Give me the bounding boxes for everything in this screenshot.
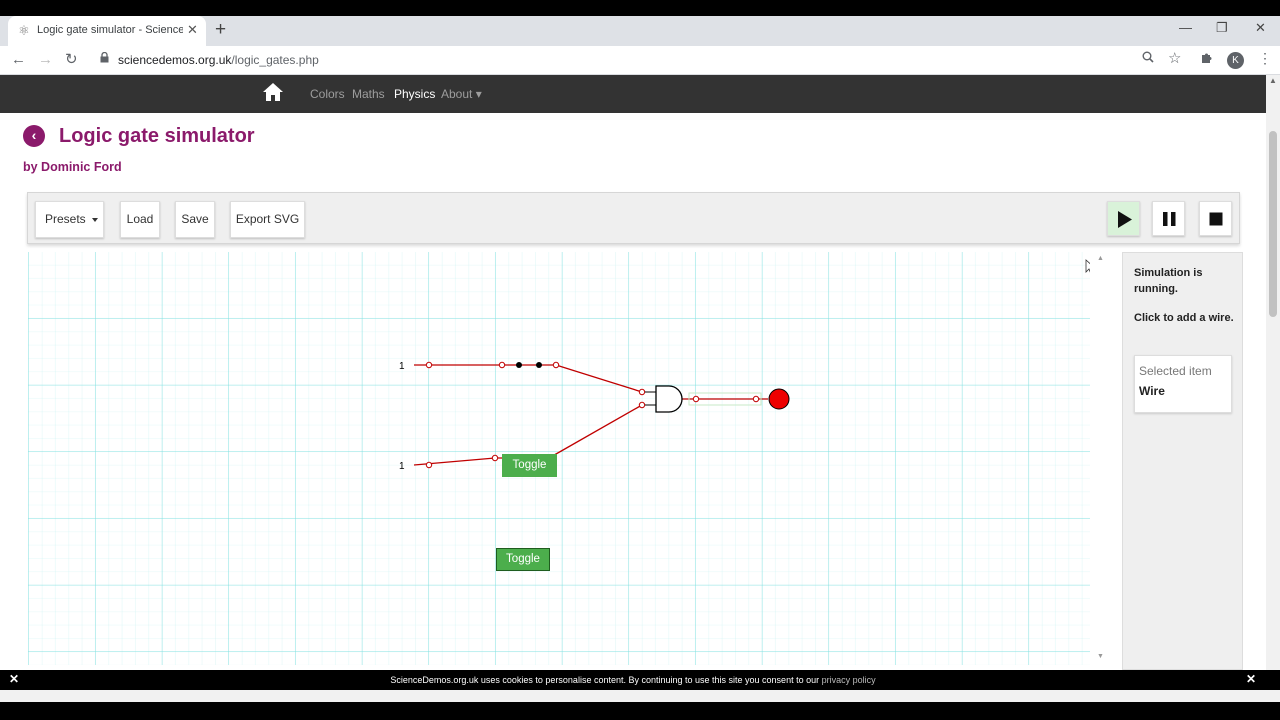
caret-down-icon (92, 218, 98, 222)
lock-icon[interactable] (100, 51, 109, 66)
browser-tab[interactable]: ⚛ Logic gate simulator - ScienceDe ✕ (8, 16, 206, 46)
circuit-canvas-container: 1 1 Toggle Toggle ▲ ▼ (28, 252, 1108, 670)
input-bottom-value: 1 (399, 461, 405, 472)
input-top-value: 1 (399, 361, 405, 372)
atom-favicon-icon: ⚛ (18, 23, 30, 38)
nav-link-about[interactable]: About ▾ (441, 87, 482, 101)
play-icon (1118, 211, 1132, 228)
and-gate[interactable] (655, 385, 683, 413)
simulation-status-text: Simulation is running. (1134, 267, 1203, 295)
toggle-top-button[interactable]: Toggle (502, 454, 557, 477)
author-byline: by Dominic Ford (23, 160, 122, 174)
stop-icon (1209, 212, 1223, 226)
presets-dropdown[interactable]: Presets (35, 201, 104, 238)
address-bar[interactable]: sciencedemos.org.uk/logic_gates.php (118, 53, 319, 67)
play-button[interactable] (1107, 201, 1140, 236)
web-page: Colors Maths Physics About ▾ ‹ Logic gat… (0, 75, 1266, 670)
pause-icon (1163, 212, 1176, 226)
presets-label: Presets (45, 212, 86, 226)
window-close-button[interactable]: ✕ (1255, 20, 1266, 36)
page-title: Logic gate simulator (59, 125, 255, 147)
new-tab-button[interactable]: + (215, 19, 226, 41)
selected-item-label: Selected item (1139, 364, 1212, 378)
privacy-policy-link[interactable]: privacy policy (822, 675, 876, 685)
cookie-close-right-icon[interactable]: ✕ (1246, 672, 1256, 686)
url-path: /logic_gates.php (231, 53, 319, 67)
scroll-up-arrow-icon[interactable]: ▲ (1097, 255, 1104, 262)
circuit-canvas[interactable]: 1 1 (28, 252, 1090, 670)
toggle-bottom-button[interactable]: Toggle (496, 548, 550, 571)
horizontal-scrollbar[interactable] (0, 690, 1280, 702)
cookie-text: ScienceDemos.org.uk uses cookies to pers… (0, 675, 1266, 685)
nav-link-colors[interactable]: Colors (310, 87, 345, 101)
stop-button[interactable] (1199, 201, 1232, 236)
info-sidebar: Simulation is running. Click to add a wi… (1122, 252, 1243, 670)
cookie-message: ScienceDemos.org.uk uses cookies to pers… (390, 675, 820, 685)
hint-text: Click to add a wire. (1134, 312, 1234, 324)
bookmark-star-icon[interactable]: ☆ (1168, 49, 1181, 67)
grid-background (28, 252, 1090, 665)
canvas-scrollbar[interactable]: ▲ ▼ (1090, 252, 1108, 670)
screen: ⚛ Logic gate simulator - ScienceDe ✕ + —… (0, 0, 1280, 720)
extensions-puzzle-icon[interactable] (1201, 51, 1214, 67)
home-icon[interactable] (262, 82, 284, 102)
tab-close-icon[interactable]: ✕ (187, 23, 198, 37)
output-lamp[interactable] (768, 388, 790, 410)
save-button[interactable]: Save (175, 201, 215, 238)
window-maximize-button[interactable]: ❐ (1216, 20, 1228, 36)
nav-link-physics[interactable]: Physics (394, 87, 435, 101)
page-scrollbar[interactable]: ▲ (1266, 75, 1280, 670)
selected-item-value: Wire (1139, 384, 1165, 398)
nav-link-maths[interactable]: Maths (352, 87, 385, 101)
browser-toolbar: ← → ↻ sciencedemos.org.uk/logic_gates.ph… (0, 46, 1280, 75)
back-arrow-icon[interactable]: ← (11, 51, 26, 69)
page-scroll-up-icon[interactable]: ▲ (1269, 76, 1277, 85)
site-navbar: Colors Maths Physics About ▾ (0, 75, 1266, 113)
profile-avatar[interactable]: K (1227, 52, 1244, 69)
window-minimize-button[interactable]: — (1179, 20, 1192, 35)
simulator-toolbar: Presets Load Save Export SVG (27, 192, 1240, 244)
selected-item-box: Selected item Wire (1134, 355, 1232, 413)
menu-kebab-icon[interactable]: ⋮ (1258, 50, 1272, 67)
export-svg-button[interactable]: Export SVG (230, 201, 305, 238)
browser-tab-bar: ⚛ Logic gate simulator - ScienceDe ✕ + —… (0, 16, 1280, 46)
reload-icon[interactable]: ↻ (65, 51, 78, 69)
url-domain: sciencedemos.org.uk (118, 53, 232, 67)
tab-title: Logic gate simulator - ScienceDe (37, 24, 183, 36)
scroll-down-arrow-icon[interactable]: ▼ (1097, 653, 1104, 660)
page-scroll-thumb[interactable] (1269, 131, 1277, 317)
pause-button[interactable] (1152, 201, 1185, 236)
load-button[interactable]: Load (120, 201, 160, 238)
cookie-banner: ✕ ScienceDemos.org.uk uses cookies to pe… (0, 670, 1280, 690)
back-circle-icon[interactable]: ‹ (23, 125, 45, 147)
zoom-search-icon[interactable] (1142, 51, 1154, 66)
forward-arrow-icon[interactable]: → (38, 51, 53, 69)
